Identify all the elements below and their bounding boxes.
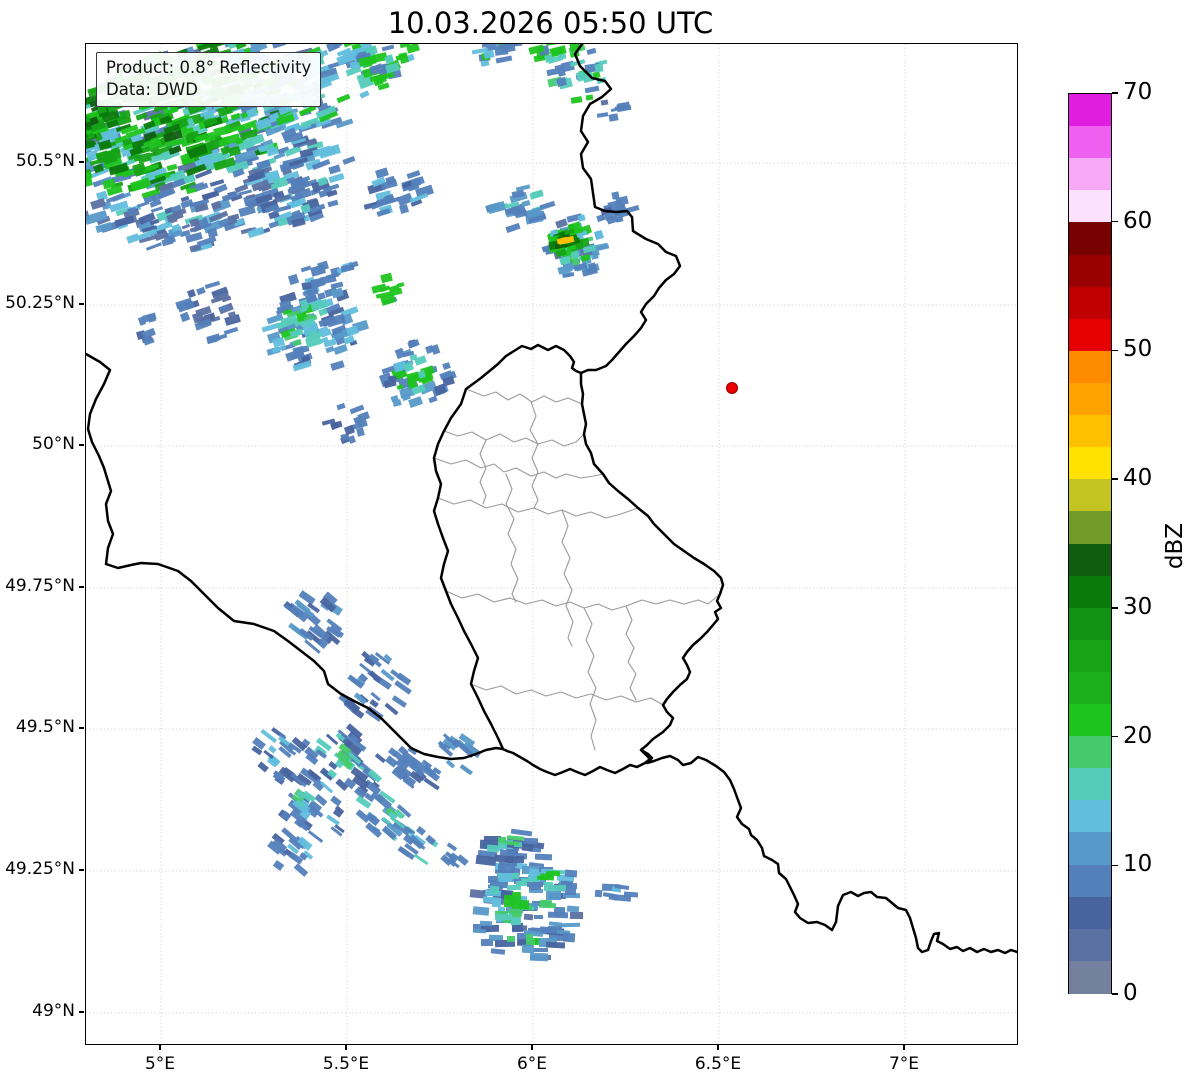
border-belgium-germany — [573, 44, 682, 375]
y-tick-mark — [78, 161, 84, 163]
colorbar-segment — [1069, 671, 1111, 705]
colorbar-segment — [1069, 511, 1111, 545]
colorbar-segment — [1069, 928, 1111, 962]
colorbar-segment — [1069, 350, 1111, 384]
y-tick-label: 49°N — [32, 1001, 75, 1021]
x-tick-mark — [903, 1044, 905, 1050]
canton-boundary — [470, 683, 664, 706]
x-tick-label: 5.5°E — [322, 1054, 370, 1074]
colorbar-segment — [1069, 736, 1111, 770]
colorbar-segment — [1069, 286, 1111, 320]
station-marker-dot — [726, 382, 738, 394]
colorbar-tick-label: 30 — [1123, 593, 1153, 620]
x-tick-mark — [159, 1044, 161, 1050]
figure-title: 10.03.2026 05:50 UTC — [387, 6, 714, 40]
x-tick-label: 6°E — [516, 1054, 548, 1074]
y-tick-mark — [78, 1011, 84, 1013]
colorbar-tick-mark — [1112, 92, 1118, 94]
colorbar-tick-mark — [1112, 864, 1118, 866]
colorbar-tick-mark — [1112, 221, 1118, 223]
canton-boundary — [625, 605, 637, 701]
y-tick-label: 49.25°N — [5, 859, 75, 879]
y-tick-label: 50.5°N — [15, 151, 75, 171]
colorbar-segment — [1069, 126, 1111, 159]
colorbar-segment — [1069, 864, 1111, 898]
colorbar-segment — [1069, 960, 1111, 994]
canton-boundary — [479, 439, 487, 505]
colorbar-tick-label: 50 — [1123, 336, 1153, 363]
x-tick-mark — [717, 1044, 719, 1050]
colorbar-segment — [1069, 639, 1111, 673]
colorbar-label: dBZ — [1162, 522, 1188, 570]
colorbar — [1068, 93, 1112, 994]
colorbar-tick-label: 60 — [1123, 207, 1153, 234]
colorbar-segment — [1069, 447, 1111, 481]
colorbar-segment — [1069, 575, 1111, 609]
colorbar-tick-label: 0 — [1123, 980, 1138, 1006]
colorbar-segment — [1069, 190, 1111, 224]
y-tick-mark — [78, 586, 84, 588]
colorbar-segment — [1069, 94, 1111, 127]
colorbar-tick-label: 20 — [1123, 722, 1153, 749]
product-annotation-line2: Data: DWD — [106, 79, 198, 99]
colorbar-segment — [1069, 896, 1111, 930]
border-luxembourg — [432, 343, 725, 777]
canton-boundary — [443, 430, 585, 447]
colorbar-segment — [1069, 254, 1111, 288]
colorbar-tick-mark — [1112, 349, 1118, 352]
colorbar-segment — [1069, 479, 1111, 513]
colorbar-segment — [1069, 607, 1111, 641]
colorbar-segment — [1069, 415, 1111, 448]
canton-boundary — [529, 401, 539, 509]
canton-boundary — [583, 607, 597, 751]
x-tick-mark — [531, 1044, 533, 1050]
map-plot: Product: 0.8° Reflectivity Data: DWD — [85, 43, 1018, 1045]
x-tick-label: 6.5°E — [694, 1054, 742, 1074]
x-tick-label: 7°E — [888, 1054, 920, 1074]
canton-boundary — [433, 457, 604, 479]
product-annotation-line1: Product: 0.8° Reflectivity — [106, 58, 312, 77]
colorbar-segment — [1069, 382, 1111, 416]
colorbar-segment — [1069, 800, 1111, 834]
y-tick-mark — [78, 303, 84, 305]
border-belgium-france — [86, 352, 505, 761]
colorbar-tick-mark — [1112, 993, 1118, 995]
x-tick-mark — [345, 1044, 347, 1050]
y-tick-label: 49.5°N — [15, 717, 75, 737]
canton-boundary — [465, 388, 583, 405]
y-tick-mark — [78, 444, 84, 446]
colorbar-segment — [1069, 543, 1111, 577]
colorbar-tick-label: 40 — [1123, 465, 1153, 492]
canton-boundary — [445, 590, 721, 611]
colorbar-tick-mark — [1112, 607, 1118, 609]
y-tick-label: 50.25°N — [5, 293, 75, 313]
colorbar-segment — [1069, 222, 1111, 256]
colorbar-tick-mark — [1112, 735, 1118, 738]
border-france-germany — [639, 748, 1017, 955]
canton-boundary — [505, 473, 519, 603]
colorbar-segment — [1069, 832, 1111, 866]
product-annotation-box: Product: 0.8° Reflectivity Data: DWD — [96, 52, 322, 107]
colorbar-segment — [1069, 158, 1111, 192]
canton-boundary — [561, 509, 574, 647]
colorbar-segment — [1069, 768, 1111, 802]
colorbar-tick-label: 70 — [1123, 79, 1153, 105]
radar-figure: 10.03.2026 05:50 UTC Product: 0.8° Refle… — [0, 0, 1202, 1081]
y-tick-label: 50°N — [32, 434, 75, 454]
x-tick-label: 5°E — [144, 1054, 176, 1074]
colorbar-segment — [1069, 704, 1111, 737]
borders-layer — [86, 44, 1017, 955]
colorbar-tick-mark — [1112, 478, 1118, 480]
y-tick-label: 49.75°N — [5, 576, 75, 596]
colorbar-tick-label: 10 — [1123, 851, 1153, 878]
y-tick-mark — [78, 869, 84, 871]
y-tick-mark — [78, 727, 84, 729]
colorbar-segment — [1069, 318, 1111, 352]
